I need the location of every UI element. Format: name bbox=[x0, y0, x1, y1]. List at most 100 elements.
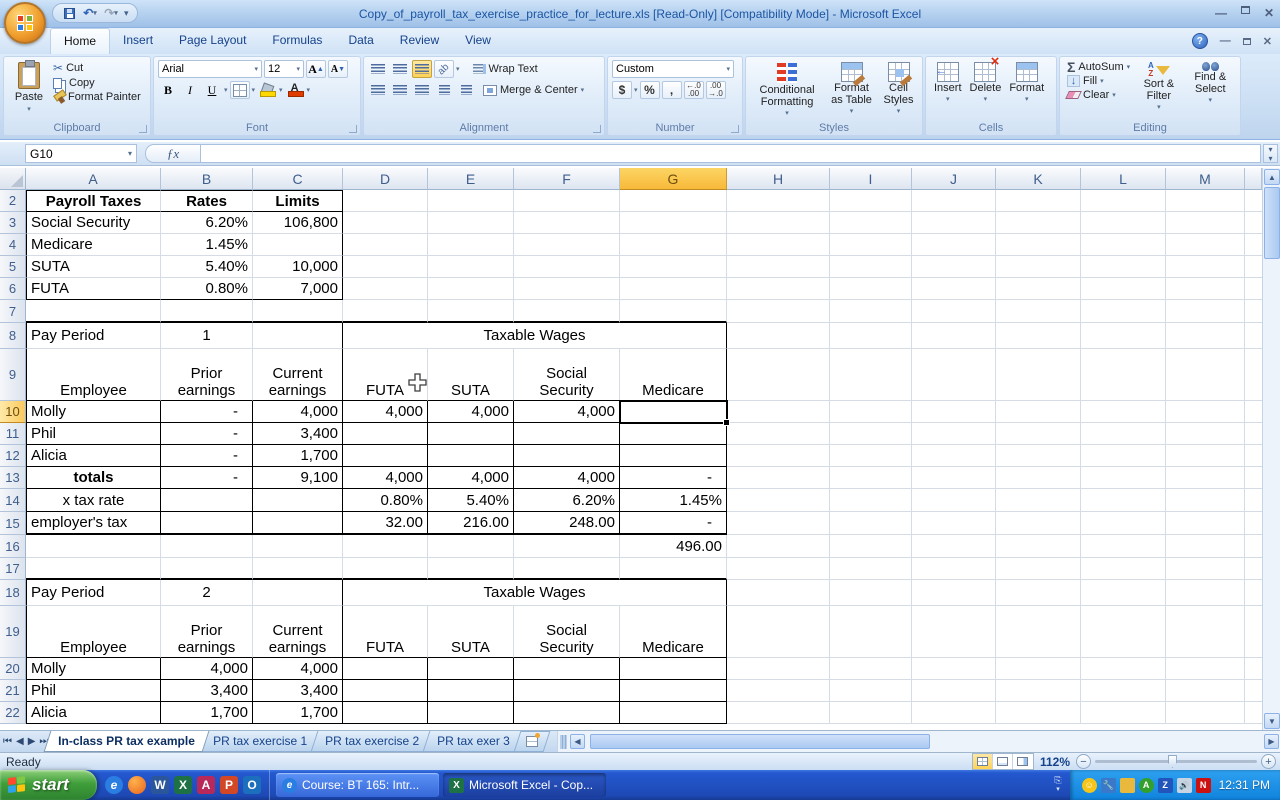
cell-K2[interactable] bbox=[996, 190, 1081, 212]
grow-font-button[interactable]: A▲ bbox=[306, 60, 326, 78]
powerpoint-icon[interactable]: P bbox=[220, 776, 238, 794]
font-size-combo[interactable]: 12▾ bbox=[264, 60, 304, 78]
messenger-icon[interactable]: ☺ bbox=[1082, 778, 1097, 793]
cell-C10[interactable]: 4,000 bbox=[253, 401, 343, 423]
cell-C20[interactable]: 4,000 bbox=[253, 658, 343, 680]
scroll-down-icon[interactable]: ▼ bbox=[1264, 713, 1280, 729]
italic-button[interactable]: I bbox=[180, 81, 200, 99]
cell-G7[interactable] bbox=[620, 300, 727, 323]
cell-L22[interactable] bbox=[1081, 702, 1166, 724]
cell-B6[interactable]: 0.80% bbox=[161, 278, 253, 300]
cell-A16[interactable] bbox=[26, 535, 161, 558]
cell-C19[interactable]: Current earnings bbox=[253, 606, 343, 658]
workbook-close-button[interactable]: ✕ bbox=[1263, 35, 1272, 48]
cell-J11[interactable] bbox=[912, 423, 996, 445]
cell-J17[interactable] bbox=[912, 558, 996, 580]
comma-style-button[interactable]: , bbox=[662, 81, 682, 99]
cell-M4[interactable] bbox=[1166, 234, 1245, 256]
sheet-tab-pr-tax-exercise-1[interactable]: PR tax exercise 1 bbox=[199, 731, 322, 752]
select-all-corner[interactable] bbox=[0, 168, 26, 190]
cell-C2[interactable]: Limits bbox=[253, 190, 343, 212]
cell-A2[interactable]: Payroll Taxes bbox=[26, 190, 161, 212]
cell-J4[interactable] bbox=[912, 234, 996, 256]
cell-M20[interactable] bbox=[1166, 658, 1245, 680]
minimize-button[interactable]: — bbox=[1215, 6, 1227, 20]
column-header-K[interactable]: K bbox=[996, 168, 1081, 190]
cell-K12[interactable] bbox=[996, 445, 1081, 467]
cell-M7[interactable] bbox=[1166, 300, 1245, 323]
cell-M13[interactable] bbox=[1166, 467, 1245, 489]
cell-F2[interactable] bbox=[514, 190, 620, 212]
horizontal-scroll-thumb[interactable] bbox=[590, 734, 930, 749]
cell-I11[interactable] bbox=[830, 423, 912, 445]
cell-J16[interactable] bbox=[912, 535, 996, 558]
cell-B8[interactable]: 1 bbox=[161, 323, 253, 349]
cell-F22[interactable] bbox=[514, 702, 620, 724]
sheet-tab-pr-tax-exercise-2[interactable]: PR tax exercise 2 bbox=[311, 731, 434, 752]
zoom-out-icon[interactable]: − bbox=[1076, 754, 1091, 769]
find-select-button[interactable]: Find & Select▾ bbox=[1185, 60, 1236, 116]
access-icon[interactable]: A bbox=[197, 776, 215, 794]
cell-M9[interactable] bbox=[1166, 349, 1245, 401]
cell-M21[interactable] bbox=[1166, 680, 1245, 702]
cell-I21[interactable] bbox=[830, 680, 912, 702]
cell-K20[interactable] bbox=[996, 658, 1081, 680]
cell-C4[interactable] bbox=[253, 234, 343, 256]
align-right-button[interactable] bbox=[412, 81, 432, 99]
cell-A9[interactable]: Employee bbox=[26, 349, 161, 401]
cell-G12[interactable] bbox=[620, 445, 727, 467]
align-center-button[interactable] bbox=[390, 81, 410, 99]
align-left-button[interactable] bbox=[368, 81, 388, 99]
cell-E3[interactable] bbox=[428, 212, 514, 234]
font-dialog-launcher[interactable] bbox=[349, 125, 357, 133]
row-header-8[interactable]: 8 bbox=[0, 323, 26, 349]
cell-D3[interactable] bbox=[343, 212, 428, 234]
format-cells-button[interactable]: Format▾ bbox=[1005, 60, 1048, 108]
cell-B7[interactable] bbox=[161, 300, 253, 323]
office-button[interactable] bbox=[4, 2, 46, 44]
zone-icon[interactable]: Z bbox=[1158, 778, 1173, 793]
decrease-decimal-button[interactable]: .00→.0 bbox=[706, 81, 726, 99]
cell-F4[interactable] bbox=[514, 234, 620, 256]
cell-C21[interactable]: 3,400 bbox=[253, 680, 343, 702]
cell-H14[interactable] bbox=[727, 489, 830, 512]
cell-D14[interactable]: 0.80% bbox=[343, 489, 428, 512]
zoom-in-icon[interactable]: + bbox=[1261, 754, 1276, 769]
cell-G20[interactable] bbox=[620, 658, 727, 680]
cell-H19[interactable] bbox=[727, 606, 830, 658]
cell-B10[interactable]: - bbox=[161, 401, 253, 423]
cell-L10[interactable] bbox=[1081, 401, 1166, 423]
cell-K7[interactable] bbox=[996, 300, 1081, 323]
borders-button[interactable] bbox=[230, 81, 250, 99]
cell-M14[interactable] bbox=[1166, 489, 1245, 512]
cell-C8[interactable] bbox=[253, 323, 343, 349]
cell-I19[interactable] bbox=[830, 606, 912, 658]
cell-K15[interactable] bbox=[996, 512, 1081, 535]
cell-G4[interactable] bbox=[620, 234, 727, 256]
cell-A6[interactable]: FUTA bbox=[26, 278, 161, 300]
cell-M16[interactable] bbox=[1166, 535, 1245, 558]
cell-D8[interactable]: Taxable Wages bbox=[343, 323, 727, 349]
cell-I5[interactable] bbox=[830, 256, 912, 278]
next-sheet-button[interactable]: ▶ bbox=[28, 736, 36, 747]
cell-M17[interactable] bbox=[1166, 558, 1245, 580]
volume-icon[interactable]: 🔊 bbox=[1177, 778, 1192, 793]
cell-J21[interactable] bbox=[912, 680, 996, 702]
cell-A5[interactable]: SUTA bbox=[26, 256, 161, 278]
cell-L5[interactable] bbox=[1081, 256, 1166, 278]
paste-button[interactable]: Paste▾ bbox=[8, 60, 50, 122]
cell-J13[interactable] bbox=[912, 467, 996, 489]
shield-icon[interactable] bbox=[1120, 778, 1135, 793]
row-header-14[interactable]: 14 bbox=[0, 489, 26, 512]
cell-A13[interactable]: totals bbox=[26, 467, 161, 489]
cell-M12[interactable] bbox=[1166, 445, 1245, 467]
cell-J19[interactable] bbox=[912, 606, 996, 658]
cell-D22[interactable] bbox=[343, 702, 428, 724]
cell-D15[interactable]: 32.00 bbox=[343, 512, 428, 535]
row-header-16[interactable]: 16 bbox=[0, 535, 26, 558]
cell-A21[interactable]: Phil bbox=[26, 680, 161, 702]
column-header-A[interactable]: A bbox=[26, 168, 161, 190]
cell-I3[interactable] bbox=[830, 212, 912, 234]
cell-H6[interactable] bbox=[727, 278, 830, 300]
cell-B3[interactable]: 6.20% bbox=[161, 212, 253, 234]
